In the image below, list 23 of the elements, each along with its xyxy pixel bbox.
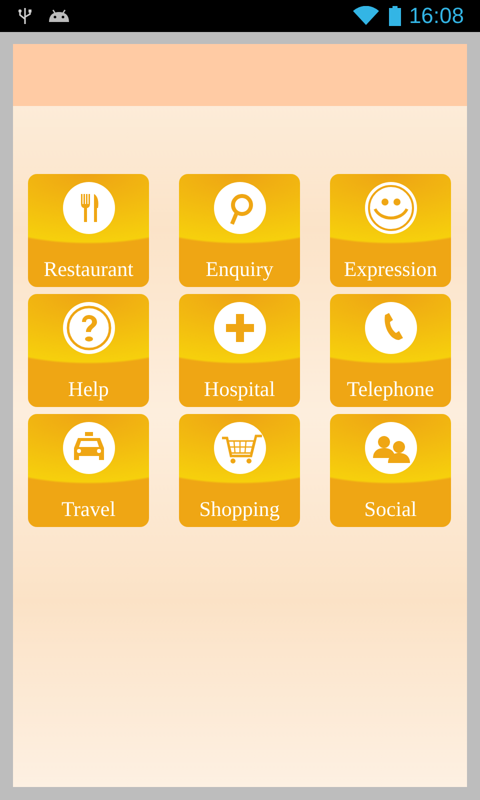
smiley-icon bbox=[364, 182, 416, 234]
usb-icon bbox=[18, 7, 32, 25]
menu-tile[interactable]: Help bbox=[28, 294, 149, 407]
menu-tile[interactable]: Restaurant bbox=[28, 174, 149, 287]
cross-icon bbox=[214, 302, 266, 354]
wifi-icon bbox=[352, 6, 379, 26]
shopping-cart-icon bbox=[214, 422, 266, 474]
question-mark-icon bbox=[62, 302, 114, 354]
menu-tile[interactable]: Expression bbox=[330, 174, 451, 287]
people-icon bbox=[364, 422, 416, 474]
magnifier-icon bbox=[214, 182, 266, 234]
menu-tile[interactable]: Hospital bbox=[179, 294, 300, 407]
android-icon bbox=[48, 9, 70, 23]
menu-tile[interactable]: Social bbox=[330, 414, 451, 527]
menu-tile[interactable]: Travel bbox=[28, 414, 149, 527]
clock-time: 16:08 bbox=[408, 5, 464, 27]
menu-tile[interactable]: Enquiry bbox=[179, 174, 300, 287]
phone-handset-icon bbox=[364, 302, 416, 354]
taxi-icon bbox=[62, 422, 114, 474]
fork-knife-icon bbox=[62, 182, 114, 234]
menu-tile[interactable]: Shopping bbox=[179, 414, 300, 527]
battery-icon bbox=[388, 6, 401, 26]
menu-tile[interactable]: Telephone bbox=[330, 294, 451, 407]
